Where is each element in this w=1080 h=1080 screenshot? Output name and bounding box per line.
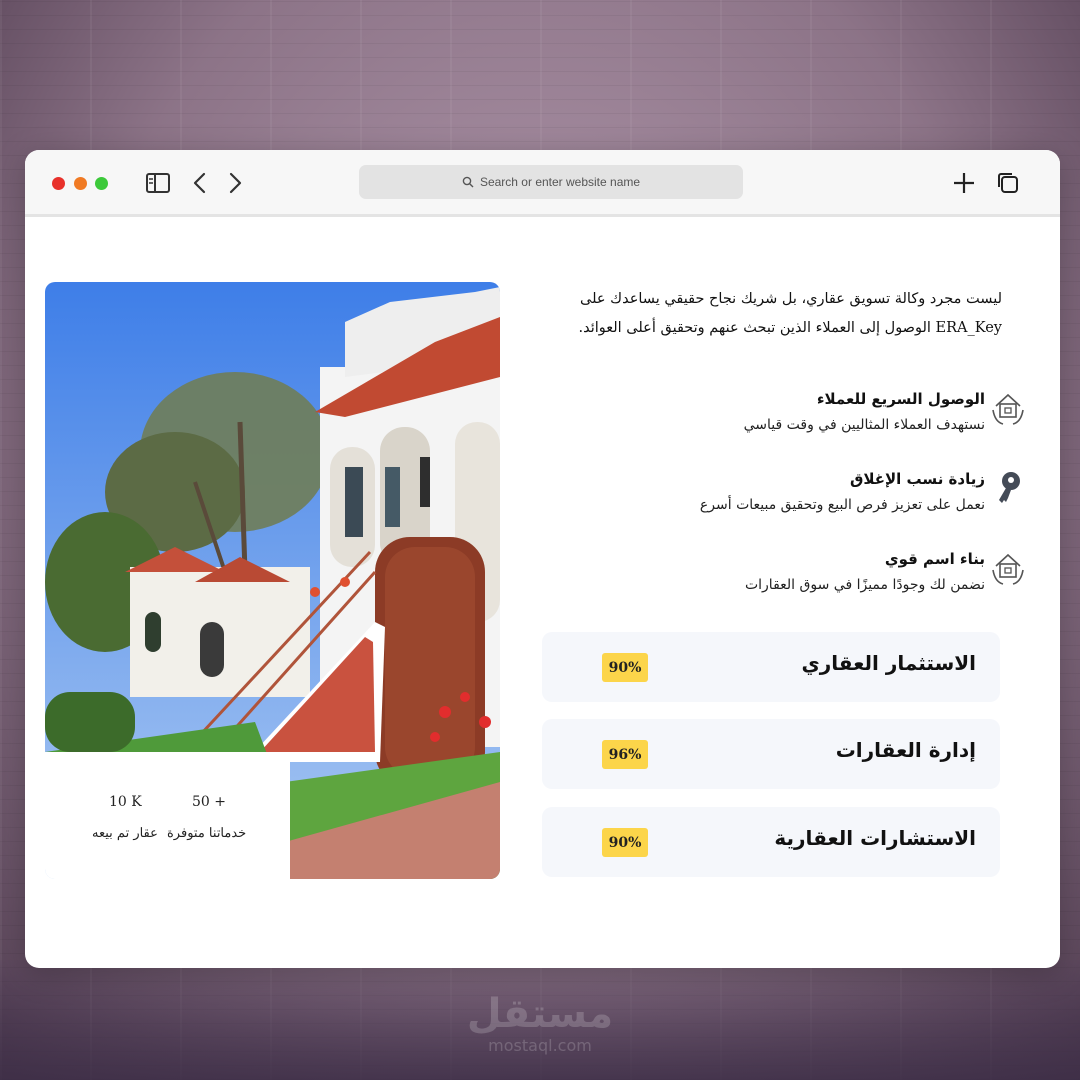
- key-icon: [999, 472, 1020, 503]
- skill-percent-badge: 90%: [602, 828, 648, 857]
- close-window-button[interactable]: [52, 177, 65, 190]
- address-bar[interactable]: Search or enter website name: [359, 165, 743, 199]
- skill-label: الاستشارات العقارية: [774, 826, 976, 850]
- feature-desc: نضمن لك وجودًا مميزًا في سوق العقارات: [744, 577, 985, 593]
- new-tab-plus-icon[interactable]: [951, 170, 977, 196]
- intro-paragraph: ليست مجرد وكالة تسويق عقاري، بل شريك نجا…: [578, 291, 1002, 336]
- skill-card-management[interactable]: إدارة العقارات 96%: [542, 719, 1000, 789]
- feature-title: الوصول السريع للعملاء: [816, 390, 985, 408]
- tabs-overview-icon[interactable]: [995, 170, 1021, 196]
- stat-services-label: خدماتنا متوفرة: [167, 826, 247, 841]
- watermark: مستقل mostaql.com: [430, 992, 650, 1062]
- forward-arrow-icon[interactable]: [221, 170, 247, 196]
- skill-percent-badge: 90%: [602, 653, 648, 682]
- skill-label: الاستثمار العقاري: [801, 651, 976, 675]
- browser-toolbar: Search or enter website name: [25, 150, 1060, 217]
- maximize-window-button[interactable]: [95, 177, 108, 190]
- minimize-window-button[interactable]: [74, 177, 87, 190]
- watermark-logo: مستقل: [466, 991, 614, 1037]
- skill-label: إدارة العقارات: [835, 738, 976, 762]
- browser-window: Search or enter website name 10 K عقار ت…: [25, 150, 1060, 968]
- feature-desc: نعمل على تعزيز فرص البيع وتحقيق مبيعات أ…: [699, 497, 985, 513]
- stat-sold-label: عقار تم بيعه: [92, 826, 158, 841]
- stat-services-number: 50 +: [192, 794, 226, 810]
- feature-desc: نستهدف العملاء المثاليين في وقت قياسي: [743, 417, 985, 433]
- back-arrow-icon[interactable]: [188, 170, 214, 196]
- skill-card-investment[interactable]: الاستثمار العقاري 90%: [542, 632, 1000, 702]
- search-icon: [462, 176, 474, 188]
- sidebar-toggle-icon[interactable]: [145, 170, 171, 196]
- stats-card: 10 K عقار تم بيعه 50 + خدماتنا متوفرة: [45, 752, 290, 879]
- skill-card-consulting[interactable]: الاستشارات العقارية 90%: [542, 807, 1000, 877]
- house-hands-icon: [992, 393, 1024, 425]
- watermark-url: mostaql.com: [488, 1036, 592, 1055]
- skill-percent-badge: 96%: [602, 740, 648, 769]
- address-bar-placeholder: Search or enter website name: [479, 175, 641, 189]
- house-hands-icon: [992, 553, 1024, 585]
- stat-sold-number: 10 K: [109, 794, 142, 810]
- feature-title: بناء اسم قوي: [884, 550, 985, 568]
- feature-title: زيادة نسب الإغلاق: [849, 470, 985, 488]
